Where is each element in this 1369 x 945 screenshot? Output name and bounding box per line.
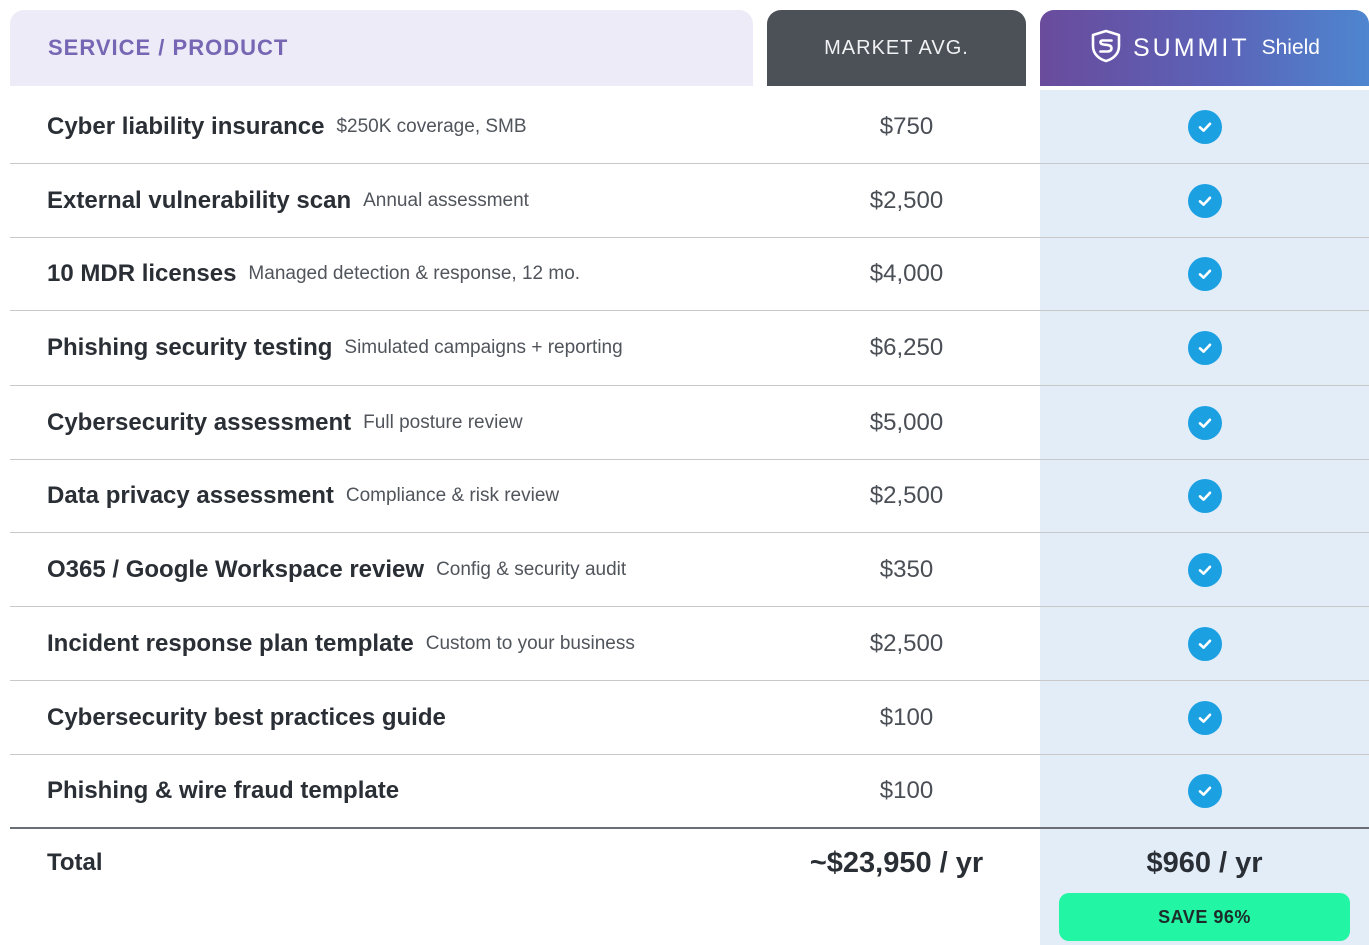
service-cell: Data privacy assessment Compliance & risk… (47, 460, 559, 532)
service-description: Custom to your business (425, 632, 635, 654)
included-cell (1040, 681, 1369, 754)
service-product-header-label: SERVICE / PRODUCT (48, 35, 289, 60)
check-circle-icon (1187, 700, 1222, 735)
shield-s-logo-icon (1089, 29, 1123, 68)
service-cell: Phishing security testing Simulated campa… (47, 311, 623, 385)
service-description: $250K coverage, SMB (336, 115, 527, 137)
service-name: Cybersecurity best practices guide (47, 703, 446, 731)
service-name: External vulnerability scan (47, 186, 352, 214)
market-price: $6,250 (869, 334, 944, 361)
market-avg-header: MARKET AVG. (767, 10, 1026, 86)
market-price: $100 (879, 777, 934, 804)
total-market-price: ~$23,950 / yr (809, 846, 984, 879)
service-name: O365 / Google Workspace review (47, 555, 425, 583)
table-row: O365 / Google Workspace review Config & s… (10, 533, 1369, 607)
savings-badge: SAVE 96% (1059, 893, 1350, 941)
market-price: $2,500 (869, 482, 944, 509)
check-circle-icon (1187, 257, 1222, 291)
service-cell: External vulnerability scan Annual assess… (47, 164, 529, 237)
market-avg-header-label: MARKET AVG. (824, 36, 969, 59)
market-price: $350 (879, 555, 934, 583)
service-cell: O365 / Google Workspace review Config & s… (47, 533, 626, 606)
service-description: Config & security audit (436, 558, 627, 580)
check-circle-icon (1187, 109, 1222, 144)
included-cell (1040, 164, 1369, 237)
table-row: Cybersecurity best practices guide $100 (10, 681, 1369, 755)
market-price: $4,000 (869, 260, 944, 287)
service-cell: Cybersecurity assessment Full posture rev… (47, 386, 523, 459)
market-price: $5,000 (869, 408, 944, 436)
service-cell: Phishing & wire fraud template (47, 755, 411, 827)
service-description: Annual assessment (363, 189, 529, 211)
table-row: 10 MDR licenses Managed detection & respo… (10, 238, 1369, 311)
check-circle-icon (1187, 331, 1222, 365)
service-name: 10 MDR licenses (47, 260, 237, 287)
brand-name: SUMMIT (1133, 33, 1250, 62)
table-row: Cyber liability insurance $250K coverage,… (10, 90, 1369, 164)
check-circle-icon (1187, 183, 1222, 218)
summit-shield-header: SUMMIT Shield (1040, 10, 1369, 86)
service-name: Phishing & wire fraud template (47, 777, 400, 804)
service-description: Simulated campaigns + reporting (344, 337, 623, 358)
included-cell (1040, 533, 1369, 606)
service-description: Managed detection & response, 12 mo. (248, 263, 581, 284)
check-circle-icon (1187, 479, 1222, 513)
service-name: Cybersecurity assessment (47, 408, 352, 436)
table-row: Cybersecurity assessment Full posture rev… (10, 386, 1369, 460)
service-description: Full posture review (363, 411, 523, 433)
service-cell: 10 MDR licenses Managed detection & respo… (47, 238, 580, 310)
market-price: $100 (879, 703, 934, 731)
market-price: $2,500 (869, 186, 944, 214)
table-row: Phishing & wire fraud template $100 (10, 755, 1369, 829)
total-label: Total (47, 849, 103, 876)
check-circle-icon (1187, 626, 1222, 661)
included-cell (1040, 607, 1369, 680)
table-row: External vulnerability scan Annual assess… (10, 164, 1369, 238)
table-row: Phishing security testing Simulated campa… (10, 311, 1369, 386)
brand-suffix: Shield (1261, 36, 1320, 59)
service-name: Phishing security testing (47, 334, 333, 361)
market-price: $750 (879, 112, 934, 140)
included-cell (1040, 90, 1369, 163)
service-name: Incident response plan template (47, 629, 414, 657)
service-cell: Cybersecurity best practices guide (47, 681, 458, 754)
included-cell (1040, 386, 1369, 459)
service-name: Cyber liability insurance (47, 112, 325, 140)
check-circle-icon (1187, 552, 1222, 587)
service-description: Compliance & risk review (345, 485, 560, 506)
total-shield-price: $960 / yr (1146, 846, 1263, 879)
service-cell: Incident response plan template Custom to… (47, 607, 635, 680)
included-cell (1040, 755, 1369, 827)
table-row: Incident response plan template Custom to… (10, 607, 1369, 681)
check-circle-icon (1187, 774, 1222, 808)
included-cell (1040, 311, 1369, 385)
table-row: Data privacy assessment Compliance & risk… (10, 460, 1369, 533)
service-cell: Cyber liability insurance $250K coverage,… (47, 90, 527, 163)
check-circle-icon (1187, 405, 1222, 440)
included-cell (1040, 238, 1369, 310)
service-product-header: SERVICE / PRODUCT (10, 10, 753, 86)
market-price: $2,500 (869, 629, 944, 657)
included-cell (1040, 460, 1369, 532)
service-name: Data privacy assessment (47, 482, 334, 509)
